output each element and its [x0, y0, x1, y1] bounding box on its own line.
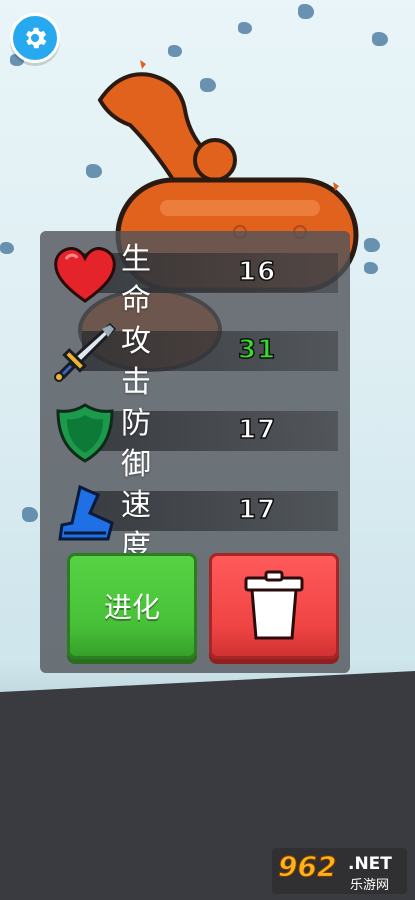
- debris-decoration: [140, 60, 146, 69]
- label-char: 速: [121, 488, 151, 523]
- evolve-button-label: 进化: [103, 591, 160, 624]
- watermark-number: 962: [277, 850, 337, 884]
- stat-value-defense: 17: [237, 414, 277, 446]
- stat-value-health: 16: [237, 256, 277, 288]
- label-char: 命: [121, 283, 151, 318]
- watermark-subtitle: 乐游网: [350, 878, 390, 893]
- stat-value-attack: 31: [237, 334, 277, 366]
- label-char: 攻: [121, 324, 151, 359]
- trash-icon: [244, 570, 304, 640]
- stat-value-speed: 17: [237, 494, 277, 526]
- boot-icon: [58, 484, 114, 541]
- stat-labels-column: 生 命 攻 击 防 御 速 度: [118, 239, 154, 567]
- creature-joint: [193, 138, 237, 182]
- label-char: 击: [121, 365, 151, 400]
- watermark-net: .NET: [348, 854, 392, 874]
- heart-icon: [54, 247, 116, 303]
- stat-row-attack: 31: [52, 323, 338, 382]
- stats-panel: 16 31 17 17 生 命 攻 击 防 御 速 度 进化: [40, 231, 350, 673]
- label-char: 生: [121, 242, 151, 277]
- creature-highlight: [160, 200, 320, 216]
- label-char: 御: [121, 447, 151, 482]
- stat-row-health: 16: [52, 245, 338, 303]
- label-char: 防: [121, 406, 151, 441]
- delete-button[interactable]: [209, 553, 339, 659]
- stat-row-speed: 17: [52, 483, 338, 541]
- rock-decoration: [22, 507, 38, 522]
- sword-icon: [54, 323, 117, 382]
- evolve-button[interactable]: 进化: [67, 553, 197, 659]
- gear-icon: [26, 27, 47, 49]
- stat-row-defense: 17: [52, 403, 338, 463]
- site-watermark: 962 .NET 乐游网: [272, 848, 407, 894]
- settings-button[interactable]: [10, 13, 60, 63]
- shield-icon: [56, 403, 114, 463]
